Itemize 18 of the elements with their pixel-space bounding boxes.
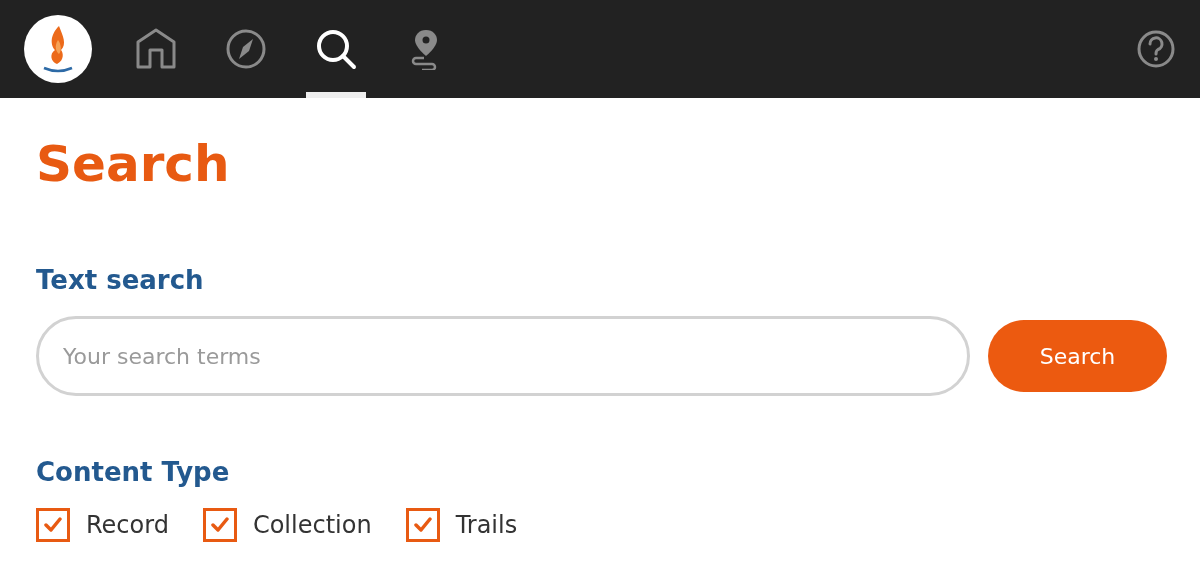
checkbox[interactable] [405,508,440,542]
check-icon [413,517,432,533]
search-icon [315,28,357,70]
section-heading: Content Type [36,456,231,488]
section-heading: Text search [36,264,205,296]
checkbox-label: Record [86,511,169,539]
checkbox[interactable] [202,508,237,542]
checkbox[interactable] [36,508,70,542]
page-title: Search [36,134,231,194]
checkbox-label: Trails [455,511,518,539]
check-icon [210,517,229,533]
home-icon [135,28,177,70]
check-icon [44,517,62,533]
search-field[interactable]: Your search terms [36,316,970,396]
compass-icon [225,28,267,70]
checkbox-label: Collection [252,511,372,539]
search-button[interactable]: Search [988,320,1167,392]
help-icon[interactable] [1136,29,1176,69]
